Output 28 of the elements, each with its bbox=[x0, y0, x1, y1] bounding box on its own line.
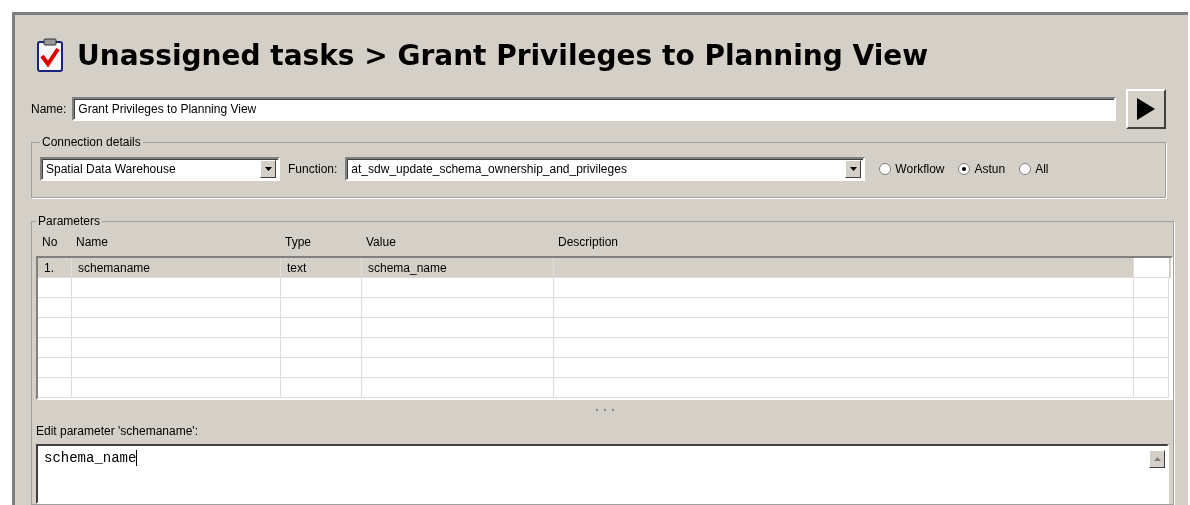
column-header[interactable]: Name bbox=[70, 235, 279, 249]
name-field[interactable]: Grant Privileges to Planning View bbox=[72, 97, 1116, 122]
function-dropdown[interactable]: at_sdw_update_schema_ownership_and_privileges bbox=[345, 157, 866, 181]
caret-icon bbox=[849, 167, 857, 171]
group-legend: Parameters bbox=[36, 214, 103, 228]
page-title: Unassigned tasks > Grant Privileges to Planning View bbox=[77, 38, 929, 72]
radio-label[interactable]: Workflow bbox=[895, 162, 945, 176]
parameter-editor[interactable]: schema_name bbox=[36, 444, 1169, 504]
radio-button[interactable] bbox=[1019, 163, 1032, 175]
radio-button[interactable] bbox=[958, 163, 971, 175]
radio-button[interactable] bbox=[879, 163, 892, 175]
column-header[interactable]: Type bbox=[279, 235, 360, 249]
run-button[interactable] bbox=[1126, 89, 1166, 130]
column-header[interactable]: No bbox=[36, 235, 70, 249]
caret-icon bbox=[264, 167, 272, 171]
function-label: Function: bbox=[288, 162, 338, 176]
radio-label[interactable]: Astun bbox=[974, 162, 1006, 176]
radio-label[interactable]: All bbox=[1035, 162, 1049, 176]
table-row[interactable]: 1. schemaname text schema_name bbox=[38, 258, 1171, 278]
group-legend: Connection details bbox=[40, 135, 143, 149]
name-label: Name: bbox=[31, 102, 67, 117]
editor-label: Edit parameter 'schemaname': bbox=[36, 424, 199, 438]
scroll-up-icon bbox=[1153, 457, 1161, 461]
play-icon bbox=[1137, 98, 1155, 121]
clipboard-check-icon bbox=[37, 38, 63, 73]
connection-dropdown[interactable]: Spatial Data Warehouse bbox=[40, 157, 280, 181]
column-header[interactable]: Description bbox=[552, 235, 1132, 249]
column-header[interactable]: Value bbox=[360, 235, 552, 249]
